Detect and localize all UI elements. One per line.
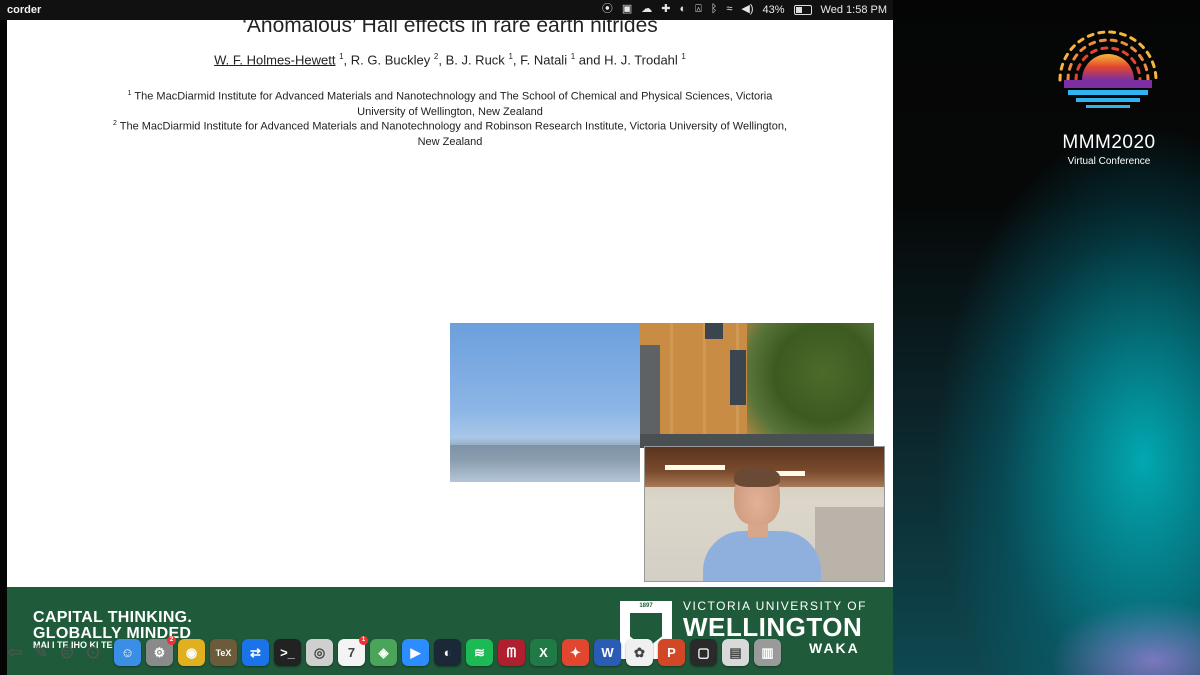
mmm2020-logo-icon	[1058, 30, 1158, 108]
author-affiliation-mark: 1	[681, 52, 686, 61]
slide-title: ‘Anomalous’ Hall effects in rare earth n…	[242, 20, 658, 37]
author-affiliation-mark: 1	[339, 52, 344, 61]
acrobat-icon[interactable]: ✦	[562, 639, 589, 666]
documents-icon[interactable]: ▤	[722, 639, 749, 666]
author-name: F. Natali	[520, 52, 568, 68]
mendeley-icon[interactable]: ᗰ	[498, 639, 525, 666]
pen-icon[interactable]: ✎	[30, 642, 52, 664]
author-name: B. J. Ruck	[445, 52, 505, 68]
maps-icon[interactable]: ◈	[370, 639, 397, 666]
trash-icon[interactable]: ▥	[754, 639, 781, 666]
speaker-hair	[734, 467, 780, 487]
ceiling-light	[665, 465, 725, 470]
app-name[interactable]: corder	[7, 4, 41, 16]
screenshot-icon[interactable]: ◎	[306, 639, 333, 666]
author-affiliation-mark: 1	[508, 52, 513, 61]
teamviewer-icon[interactable]: ⇄	[242, 639, 269, 666]
author-name: R. G. Buckley	[350, 52, 431, 68]
dock: ⇦ ✎ ⊜ ⊙ ☺ ⚙ 2 ◉ TeX ⇄ >_ ◎ 7 1 ◈ ▶ ◐ ≋ ᗰ X ✦ W ✿ P ▢ ▤ ▥	[0, 630, 893, 675]
plus-icon[interactable]: ✚	[661, 3, 670, 16]
conference-title: MMM2020	[1062, 132, 1156, 153]
affiliation: 2 The MacDiarmid Institute for Advanced …	[107, 116, 793, 150]
more-circle-icon[interactable]: ⊙	[82, 642, 104, 664]
powerpoint-icon[interactable]: P	[658, 639, 685, 666]
notification-badge: 2	[167, 636, 176, 645]
dock-apps: ☺ ⚙ 2 ◉ TeX ⇄ >_ ◎ 7 1 ◈ ▶ ◐ ≋ ᗰ X ✦ W ✿ P ▢ ▤ ▥	[114, 636, 786, 666]
crest-year: 1897	[639, 603, 653, 609]
notification-badge: 1	[359, 636, 368, 645]
author-affiliation-mark: 2	[433, 52, 439, 61]
word-icon[interactable]: W	[594, 639, 621, 666]
author-affiliation-mark: 1	[570, 52, 576, 61]
texmaker-icon[interactable]: TeX	[210, 639, 237, 666]
author-name: H. J. Trodahl	[604, 52, 678, 68]
author-list: W. F. Holmes-Hewett 1, R. G. Buckley 2, …	[214, 52, 686, 68]
back-arrow-icon[interactable]: ⇦	[4, 642, 26, 664]
webcam-shelf	[815, 507, 884, 581]
system-preferences-icon[interactable]: ⚙ 2	[146, 636, 176, 666]
affiliation-text: The MacDiarmid Institute for Advanced Ma…	[134, 90, 773, 118]
clock[interactable]: Wed 1:58 PM	[821, 4, 887, 16]
steam-icon[interactable]: ◐	[434, 639, 461, 666]
author-name: W. F. Holmes-Hewett	[214, 52, 336, 68]
spotify-icon[interactable]: ≋	[466, 639, 493, 666]
conference-subtitle: Virtual Conference	[1067, 156, 1151, 167]
finder-icon[interactable]: ☺	[114, 639, 141, 666]
campus-photo-hills	[450, 445, 640, 482]
zoom-icon[interactable]: ▶	[402, 639, 429, 666]
affiliation-mark: 2	[112, 120, 117, 127]
chrome-icon[interactable]: ◉	[178, 639, 205, 666]
speaker-webcam[interactable]	[644, 446, 885, 582]
tree-foliage	[747, 323, 874, 448]
building-window	[730, 350, 746, 405]
cloud-icon[interactable]: ☁	[641, 3, 652, 16]
menu-bar: corder ⦿ ▣ ☁ ✚ ◐ ⍓ ᛒ ≈ ◀) 43% Wed 1:58 P…	[0, 0, 893, 20]
menu-circle-icon[interactable]: ⊜	[56, 642, 78, 664]
speaker-body	[703, 531, 821, 581]
airplay-icon[interactable]: ⍓	[695, 3, 702, 16]
terminal-icon[interactable]: >_	[274, 639, 301, 666]
photos-icon[interactable]: ✿	[626, 639, 653, 666]
calendar-icon[interactable]: 71	[338, 636, 368, 666]
volume-icon[interactable]: ◀)	[741, 3, 753, 16]
record-icon[interactable]: ⦿	[602, 3, 613, 16]
bluetooth-icon[interactable]: ᛒ	[711, 3, 718, 16]
affiliation: 1 The MacDiarmid Institute for Advanced …	[107, 86, 793, 120]
screen-recorder-icon[interactable]: ▢	[690, 639, 717, 666]
battery-icon[interactable]	[793, 4, 812, 15]
status-bar: ⦿ ▣ ☁ ✚ ◐ ⍓ ᛒ ≈ ◀) 43% Wed 1:58 PM	[602, 3, 887, 16]
wifi-icon[interactable]: ≈	[726, 3, 732, 16]
affiliation-mark: 1	[127, 90, 132, 97]
building-panel	[640, 345, 660, 448]
battery-percent[interactable]: 43%	[763, 4, 785, 16]
university-line-1: VICTORIA UNIVERSITY OF	[683, 599, 867, 613]
battery-level-fill	[795, 6, 802, 13]
affiliation-text: The MacDiarmid Institute for Advanced Ma…	[119, 120, 788, 148]
sync-icon[interactable]: ◐	[679, 3, 686, 16]
zoom-icon[interactable]: ▣	[622, 3, 632, 16]
excel-icon[interactable]: X	[530, 639, 557, 666]
building-window	[705, 323, 723, 339]
